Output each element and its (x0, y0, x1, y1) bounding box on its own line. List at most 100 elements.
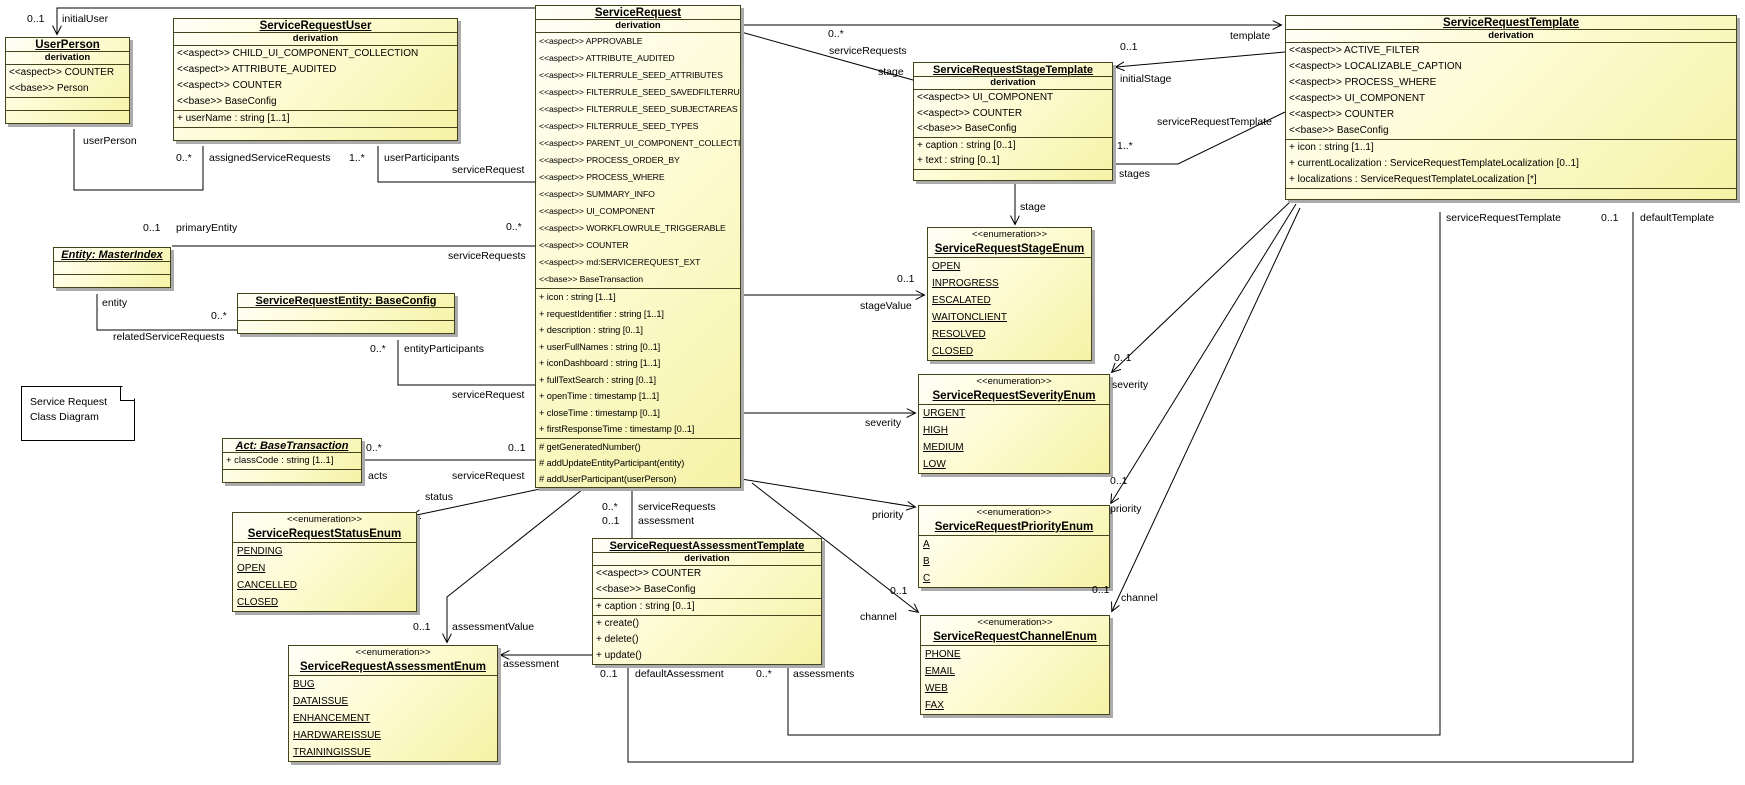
enum-value: PENDING (233, 543, 416, 560)
assoc-severity-srt (1112, 200, 1292, 372)
role-label: relatedServiceRequests (113, 331, 224, 343)
enum-value: HARDWAREISSUE (289, 727, 497, 744)
role-label: stage (878, 66, 904, 78)
class-title: ServiceRequestTemplate (1286, 16, 1736, 29)
assoc-channel-srt (1112, 208, 1300, 611)
enum-value: ESCALATED (928, 292, 1091, 309)
class-derivation: derivation (174, 32, 457, 45)
operations-compartment-empty (1286, 188, 1736, 199)
enum-value: A (919, 536, 1109, 553)
diagram-note[interactable]: Service Request Class Diagram (21, 386, 135, 441)
class-title: Entity: MasterIndex (54, 248, 170, 261)
stereotype-row: <<aspect>> WORKFLOWRULE_TRIGGERABLE (536, 220, 740, 237)
class-title: Act: BaseTransaction (223, 439, 361, 452)
role-label: entity (102, 297, 127, 309)
stereotype-row: <<aspect>> PROCESS_WHERE (1286, 75, 1736, 91)
enum-values: ABC (919, 536, 1109, 587)
class-service-request[interactable]: ServiceRequest derivation <<aspect>> APP… (535, 5, 741, 488)
stereotype-row: <<aspect>> FILTERRULE_SEED_SAVEDFILTERRU… (536, 84, 740, 101)
role-label: serviceRequestTemplate (1446, 212, 1561, 224)
mult-label: 0..* (370, 343, 386, 355)
enum-value: BUG (289, 676, 497, 693)
mult-label: 0..1 (1120, 41, 1138, 53)
stereotype-row: <<base>> BaseConfig (174, 94, 457, 110)
mult-label: 0..1 (897, 273, 915, 285)
class-title: ServiceRequest (536, 6, 740, 19)
enum-value: ENHANCEMENT (289, 710, 497, 727)
role-label: priority (872, 509, 904, 521)
enum-channel[interactable]: <<enumeration>> ServiceRequestChannelEnu… (920, 615, 1110, 715)
enum-status[interactable]: <<enumeration>> ServiceRequestStatusEnum… (232, 512, 417, 612)
role-label: assessment (503, 658, 559, 670)
enumeration-keyword: <<enumeration>> (919, 375, 1109, 388)
class-stage-template[interactable]: ServiceRequestStageTemplate derivation <… (913, 62, 1113, 181)
role-label: serviceRequests (638, 501, 716, 513)
operation-row: + update() (593, 648, 821, 664)
enum-title: ServiceRequestAssessmentEnum (289, 659, 497, 676)
mult-label: 0..1 (413, 621, 431, 633)
attribute-row: + userFullNames : string [0..1] (536, 339, 740, 356)
enum-title: ServiceRequestStageEnum (928, 241, 1091, 258)
attribute-rows: + caption : string [0..1] (593, 598, 821, 615)
enumeration-keyword: <<enumeration>> (928, 228, 1091, 241)
stereotype-row: <<aspect>> PARENT_UI_COMPONENT_COLLECTIO… (536, 135, 740, 152)
stereotype-row: <<aspect>> ATTRIBUTE_AUDITED (536, 50, 740, 67)
attribute-rows: + icon : string [1..1]+ currentLocalizat… (1286, 139, 1736, 188)
mult-label: 0..1 (1601, 212, 1619, 224)
enum-value: C (919, 570, 1109, 587)
attributes-compartment-empty (54, 261, 170, 274)
attribute-row: + text : string [0..1] (914, 153, 1112, 169)
mult-label: 0..* (176, 152, 192, 164)
role-label: channel (860, 611, 897, 623)
enum-value: HIGH (919, 422, 1109, 439)
class-title: ServiceRequestAssessmentTemplate (593, 539, 821, 552)
attribute-row: + openTime : timestamp [1..1] (536, 388, 740, 405)
class-service-request-entity[interactable]: ServiceRequestEntity: BaseConfig (237, 293, 455, 334)
note-fold-icon (120, 387, 134, 401)
attribute-row: + caption : string [0..1] (593, 599, 821, 615)
uml-class-diagram: UserPerson derivation <<aspect>> COUNTER… (0, 0, 1745, 785)
role-label: status (425, 491, 453, 503)
class-user-person[interactable]: UserPerson derivation <<aspect>> COUNTER… (5, 37, 130, 124)
mult-label: 0..* (602, 501, 618, 513)
enum-priority[interactable]: <<enumeration>> ServiceRequestPriorityEn… (918, 505, 1110, 588)
enum-stage[interactable]: <<enumeration>> ServiceRequestStageEnum … (927, 227, 1092, 361)
stereotype-row: <<aspect>> UI_COMPONENT (1286, 91, 1736, 107)
class-service-request-template[interactable]: ServiceRequestTemplate derivation <<aspe… (1285, 15, 1737, 200)
enum-value: PHONE (921, 646, 1109, 663)
mult-label: 0..1 (600, 668, 618, 680)
stereotype-row: <<aspect>> COUNTER (1286, 107, 1736, 123)
stereotype-rows: <<aspect>> APPROVABLE<<aspect>> ATTRIBUT… (536, 32, 740, 288)
class-title: ServiceRequestEntity: BaseConfig (238, 294, 454, 307)
class-service-request-user[interactable]: ServiceRequestUser derivation <<aspect>>… (173, 18, 458, 141)
class-assessment-template[interactable]: ServiceRequestAssessmentTemplate derivat… (592, 538, 822, 665)
role-label: stages (1119, 168, 1150, 180)
role-label: assessments (793, 668, 854, 680)
operation-rows: # getGeneratedNumber()# addUpdateEntityP… (536, 438, 740, 487)
stereotype-row: <<base>> BaseConfig (593, 582, 821, 598)
stereotype-row: <<aspect>> SUMMARY_INFO (536, 186, 740, 203)
enum-title: ServiceRequestPriorityEnum (919, 519, 1109, 536)
role-label: assessmentValue (452, 621, 534, 633)
operation-row: # addUpdateEntityParticipant(entity) (536, 455, 740, 471)
enum-value: EMAIL (921, 663, 1109, 680)
stereotype-row: <<aspect>> FILTERRULE_SEED_TYPES (536, 118, 740, 135)
enum-value: B (919, 553, 1109, 570)
enum-assessment[interactable]: <<enumeration>> ServiceRequestAssessment… (288, 645, 498, 762)
role-label: severity (865, 417, 901, 429)
class-title: ServiceRequestStageTemplate (914, 63, 1112, 76)
attribute-row: + caption : string [0..1] (914, 138, 1112, 154)
attribute-row: + classCode : string [1..1] (223, 453, 361, 469)
mult-label: 0..1 (1114, 352, 1132, 364)
role-label: template (1230, 30, 1270, 42)
enum-value: INPROGRESS (928, 275, 1091, 292)
attribute-rows: + classCode : string [1..1] (223, 452, 361, 469)
class-entity-master-index[interactable]: Entity: MasterIndex (53, 247, 171, 288)
mult-label: 0..* (828, 28, 844, 40)
attributes-compartment-empty (238, 307, 454, 320)
class-act-base-transaction[interactable]: Act: BaseTransaction + classCode : strin… (222, 438, 362, 483)
stereotype-row: <<aspect>> PROCESS_WHERE (536, 169, 740, 186)
enum-severity[interactable]: <<enumeration>> ServiceRequestSeverityEn… (918, 374, 1110, 474)
mult-label: 0..* (506, 221, 522, 233)
class-derivation: derivation (1286, 29, 1736, 42)
